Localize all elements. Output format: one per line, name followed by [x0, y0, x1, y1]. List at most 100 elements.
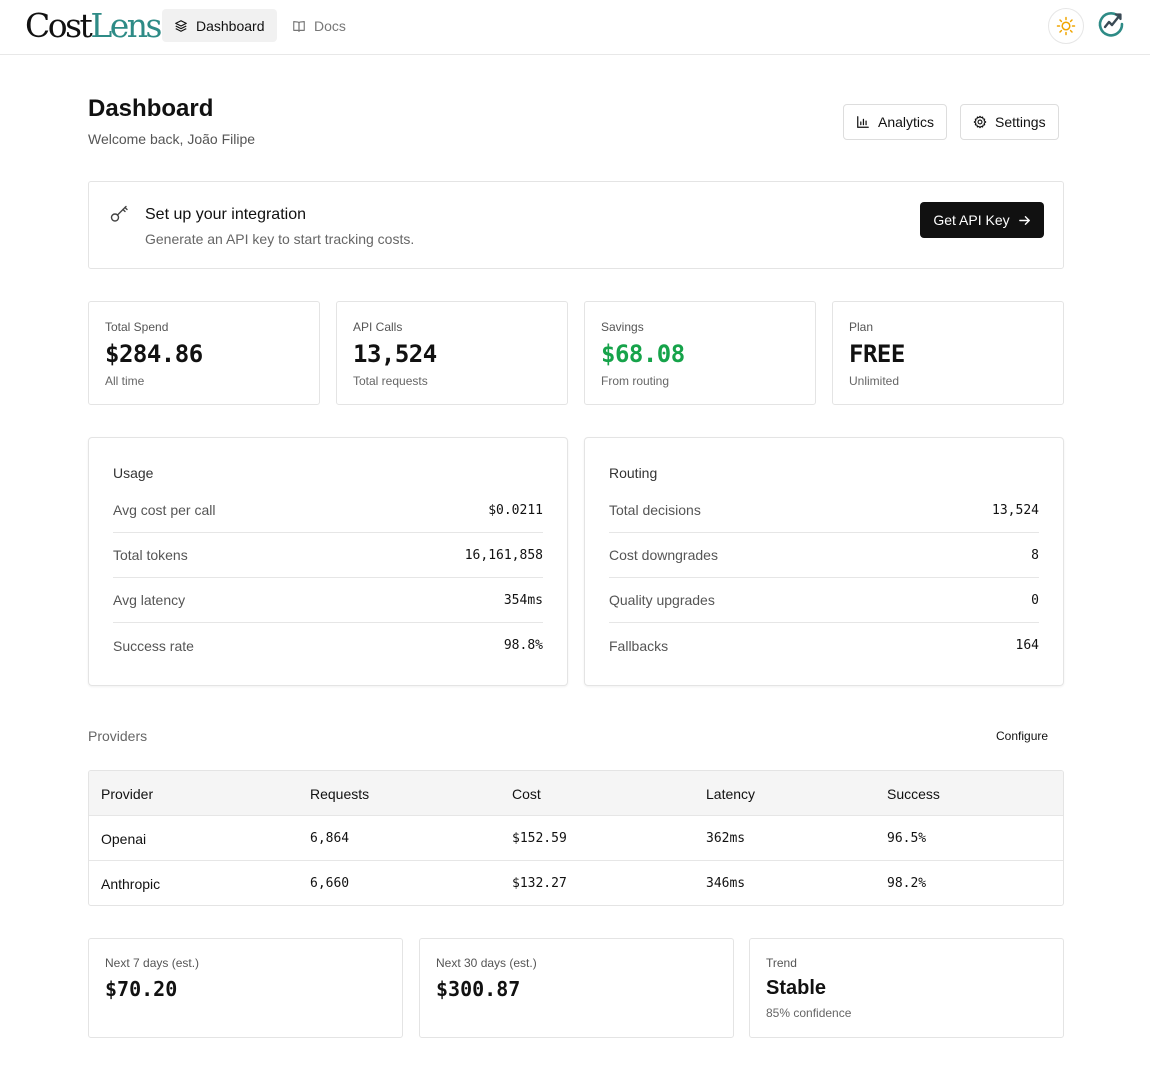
integration-title: Set up your integration — [145, 206, 306, 223]
stat-sub: Total requests — [353, 374, 428, 388]
provider-cost: $152.59 — [512, 831, 567, 846]
stat-sub: All time — [105, 374, 145, 388]
forecast-card-7-days: Next 7 days (est.) $70.20 — [88, 938, 403, 1038]
get-api-key-button[interactable]: Get API Key — [920, 202, 1044, 238]
forecast-value: $300.87 — [436, 977, 521, 1001]
metric-value: $0.0211 — [488, 502, 543, 518]
table-row[interactable]: Anthropic 6,660 $132.27 346ms 98.2% — [89, 861, 1063, 905]
metric-label: Total tokens — [113, 547, 188, 563]
column-header-latency[interactable]: Latency — [706, 771, 755, 816]
theme-toggle-button[interactable] — [1048, 8, 1084, 44]
stat-sub: Unlimited — [849, 374, 900, 388]
stat-sub: From routing — [601, 374, 670, 388]
provider-name: Anthropic — [101, 875, 161, 892]
key-icon — [110, 205, 128, 222]
integration-banner: Set up your integration Generate an API … — [88, 181, 1064, 269]
metric-value: 98.8% — [503, 638, 543, 653]
metric-label: Fallbacks — [609, 637, 669, 654]
column-header-provider[interactable]: Provider — [101, 771, 153, 816]
stat-value: FREE — [849, 340, 905, 368]
forecast-label: Next 30 days (est.) — [436, 956, 537, 970]
usage-panel: Usage Avg cost per call $0.0211 Total to… — [88, 437, 568, 686]
usage-row: Avg latency 354ms — [113, 578, 543, 623]
layers-icon — [175, 19, 187, 32]
usage-row: Success rate 98.8% — [113, 623, 543, 668]
nav-tab-label: Dashboard — [196, 17, 265, 34]
column-header-cost[interactable]: Cost — [512, 771, 541, 816]
table-header-row: Provider Requests Cost Latency Success — [89, 771, 1063, 816]
table-row[interactable]: Openai 6,864 $152.59 362ms 96.5% — [89, 816, 1063, 861]
metric-value: 354ms — [503, 592, 543, 608]
usage-row: Avg cost per call $0.0211 — [113, 488, 543, 533]
metric-label: Avg cost per call — [113, 502, 216, 518]
provider-name: Openai — [101, 830, 147, 847]
stat-label: Total Spend — [105, 320, 169, 334]
column-header-success[interactable]: Success — [887, 771, 940, 816]
metric-label: Success rate — [113, 637, 194, 654]
stat-label: Plan — [849, 320, 874, 334]
stat-card-plan: Plan FREE Unlimited — [832, 301, 1064, 405]
arrow-right-icon — [1018, 215, 1030, 225]
user-avatar[interactable] — [1097, 10, 1125, 38]
provider-latency: 346ms — [706, 876, 746, 891]
metric-value: 16,161,858 — [464, 547, 543, 563]
routing-title: Routing — [609, 465, 658, 481]
stat-value: $284.86 — [105, 340, 203, 368]
page-title: Dashboard — [88, 95, 214, 122]
routing-panel: Routing Total decisions 13,524 Cost down… — [584, 437, 1064, 686]
providers-title: Providers — [88, 728, 148, 744]
metric-value: 8 — [1031, 547, 1039, 563]
column-header-requests[interactable]: Requests — [310, 771, 369, 816]
stat-label: Savings — [601, 320, 644, 334]
integration-description: Generate an API key to start tracking co… — [145, 231, 415, 247]
welcome-text: Welcome back, João Filipe — [88, 131, 256, 147]
nav-tab-label: Docs — [314, 17, 346, 34]
metric-label: Total decisions — [609, 502, 701, 518]
forecast-confidence: 85% confidence — [766, 1006, 852, 1020]
forecast-value: $70.20 — [105, 977, 178, 1001]
provider-cost: $132.27 — [512, 876, 567, 891]
stat-value: $68.08 — [601, 340, 685, 368]
provider-requests: 6,660 — [310, 876, 350, 891]
metric-value: 13,524 — [992, 502, 1039, 518]
routing-row: Fallbacks 164 — [609, 623, 1039, 668]
costlens-logo[interactable]: CostLens — [25, 6, 162, 46]
sun-icon — [1056, 16, 1076, 36]
forecast-card-30-days: Next 30 days (est.) $300.87 — [419, 938, 734, 1038]
nav-tab-docs[interactable]: Docs — [280, 9, 358, 42]
provider-success: 98.2% — [887, 876, 927, 891]
providers-table: Provider Requests Cost Latency Success O… — [88, 770, 1064, 906]
usage-title: Usage — [113, 465, 154, 481]
metric-value: 0 — [1031, 592, 1039, 608]
stat-label: API Calls — [353, 320, 403, 334]
analytics-button[interactable]: Analytics — [843, 104, 948, 140]
book-icon — [293, 20, 305, 32]
forecast-card-trend: Trend Stable 85% confidence — [749, 938, 1064, 1038]
settings-button[interactable]: Settings — [960, 104, 1059, 140]
stat-card-savings: Savings $68.08 From routing — [584, 301, 816, 405]
usage-row: Total tokens 16,161,858 — [113, 533, 543, 578]
settings-label: Settings — [995, 114, 1046, 130]
metric-label: Avg latency — [113, 592, 186, 608]
metric-value: 164 — [1015, 638, 1039, 653]
get-api-key-label: Get API Key — [933, 212, 1010, 228]
nav-tab-dashboard[interactable]: Dashboard — [162, 9, 277, 42]
configure-button[interactable]: Configure — [980, 722, 1064, 750]
stat-value: 13,524 — [353, 340, 437, 368]
metric-label: Quality upgrades — [609, 592, 715, 608]
top-navbar: CostLens Dashboard Docs — [0, 0, 1150, 55]
routing-row: Quality upgrades 0 — [609, 578, 1039, 623]
provider-success: 96.5% — [887, 831, 927, 846]
routing-row: Cost downgrades 8 — [609, 533, 1039, 578]
stat-card-total-spend: Total Spend $284.86 All time — [88, 301, 320, 405]
avatar-logo-icon — [1098, 12, 1124, 37]
provider-latency: 362ms — [706, 831, 746, 846]
forecast-label: Next 7 days (est.) — [105, 956, 200, 970]
routing-row: Total decisions 13,524 — [609, 488, 1039, 533]
forecast-value: Stable — [766, 977, 827, 999]
metric-label: Cost downgrades — [609, 547, 718, 563]
bar-chart-icon — [857, 116, 869, 128]
gear-icon — [973, 115, 987, 129]
stat-card-api-calls: API Calls 13,524 Total requests — [336, 301, 568, 405]
provider-requests: 6,864 — [310, 831, 350, 846]
